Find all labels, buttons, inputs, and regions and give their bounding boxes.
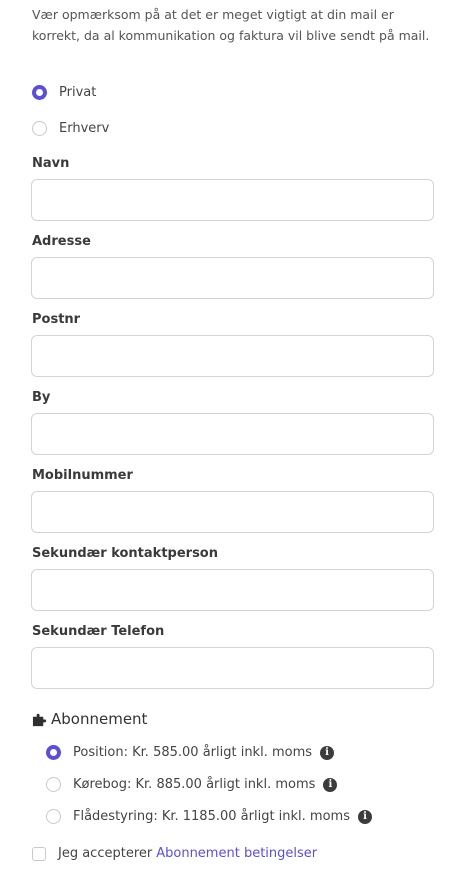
customer-type-privat[interactable]: Privat <box>32 85 96 100</box>
radio-position[interactable] <box>46 745 61 760</box>
subscription-option-position-label: Position: Kr. 585.00 årligt inkl. moms <box>73 745 313 760</box>
adresse-label: Adresse <box>32 234 91 249</box>
terms-checkbox[interactable] <box>32 846 46 861</box>
sekundaer-kontaktperson-label: Sekundær kontaktperson <box>32 546 218 561</box>
info-icon[interactable]: i <box>323 777 338 792</box>
abonnement-title: Abonnement <box>51 710 148 728</box>
sekundaer-kontaktperson-input[interactable] <box>31 569 434 611</box>
navn-label: Navn <box>32 156 70 171</box>
sekundaer-telefon-input[interactable] <box>31 647 434 689</box>
info-icon[interactable]: i <box>358 809 372 824</box>
radio-fladestyring[interactable] <box>46 809 61 824</box>
abonnement-heading: Abonnement <box>32 710 147 728</box>
radio-privat-label: Privat <box>59 85 97 100</box>
by-input[interactable] <box>31 413 434 455</box>
adresse-input[interactable] <box>31 257 434 299</box>
customer-type-erhverv[interactable]: Erhverv <box>32 121 109 136</box>
terms-text: Jeg accepterer <box>58 846 153 861</box>
terms-row: Jeg accepterer Abonnement betingelser <box>32 846 317 861</box>
postnr-input[interactable] <box>31 335 434 377</box>
radio-erhverv-label: Erhverv <box>59 121 110 136</box>
puzzle-icon <box>32 713 47 726</box>
terms-link[interactable]: Abonnement betingelser <box>156 846 317 861</box>
info-icon[interactable]: i <box>320 745 335 760</box>
navn-input[interactable] <box>31 179 434 221</box>
mobilnummer-input[interactable] <box>31 491 434 533</box>
subscription-option-fladestyring-label: Flådestyring: Kr. 1185.00 årligt inkl. m… <box>73 809 350 824</box>
sekundaer-telefon-label: Sekundær Telefon <box>32 624 165 639</box>
radio-korebog[interactable] <box>46 777 61 792</box>
subscription-option-korebog-label: Kørebog: Kr. 885.00 årligt inkl. moms <box>73 777 316 792</box>
radio-privat[interactable] <box>32 85 47 100</box>
email-notice: Vær opmærksom på at det er meget vigtigt… <box>32 7 430 43</box>
subscription-option-korebog[interactable]: Kørebog: Kr. 885.00 årligt inkl. moms i <box>46 777 338 792</box>
subscription-option-fladestyring[interactable]: Flådestyring: Kr. 1185.00 årligt inkl. m… <box>46 809 372 824</box>
signup-form: Vær opmærksom på at det er meget vigtigt… <box>0 0 466 875</box>
mobilnummer-label: Mobilnummer <box>32 468 133 483</box>
subscription-option-position[interactable]: Position: Kr. 585.00 årligt inkl. moms i <box>46 745 335 760</box>
radio-erhverv[interactable] <box>32 121 47 136</box>
by-label: By <box>32 390 51 405</box>
postnr-label: Postnr <box>32 312 81 327</box>
